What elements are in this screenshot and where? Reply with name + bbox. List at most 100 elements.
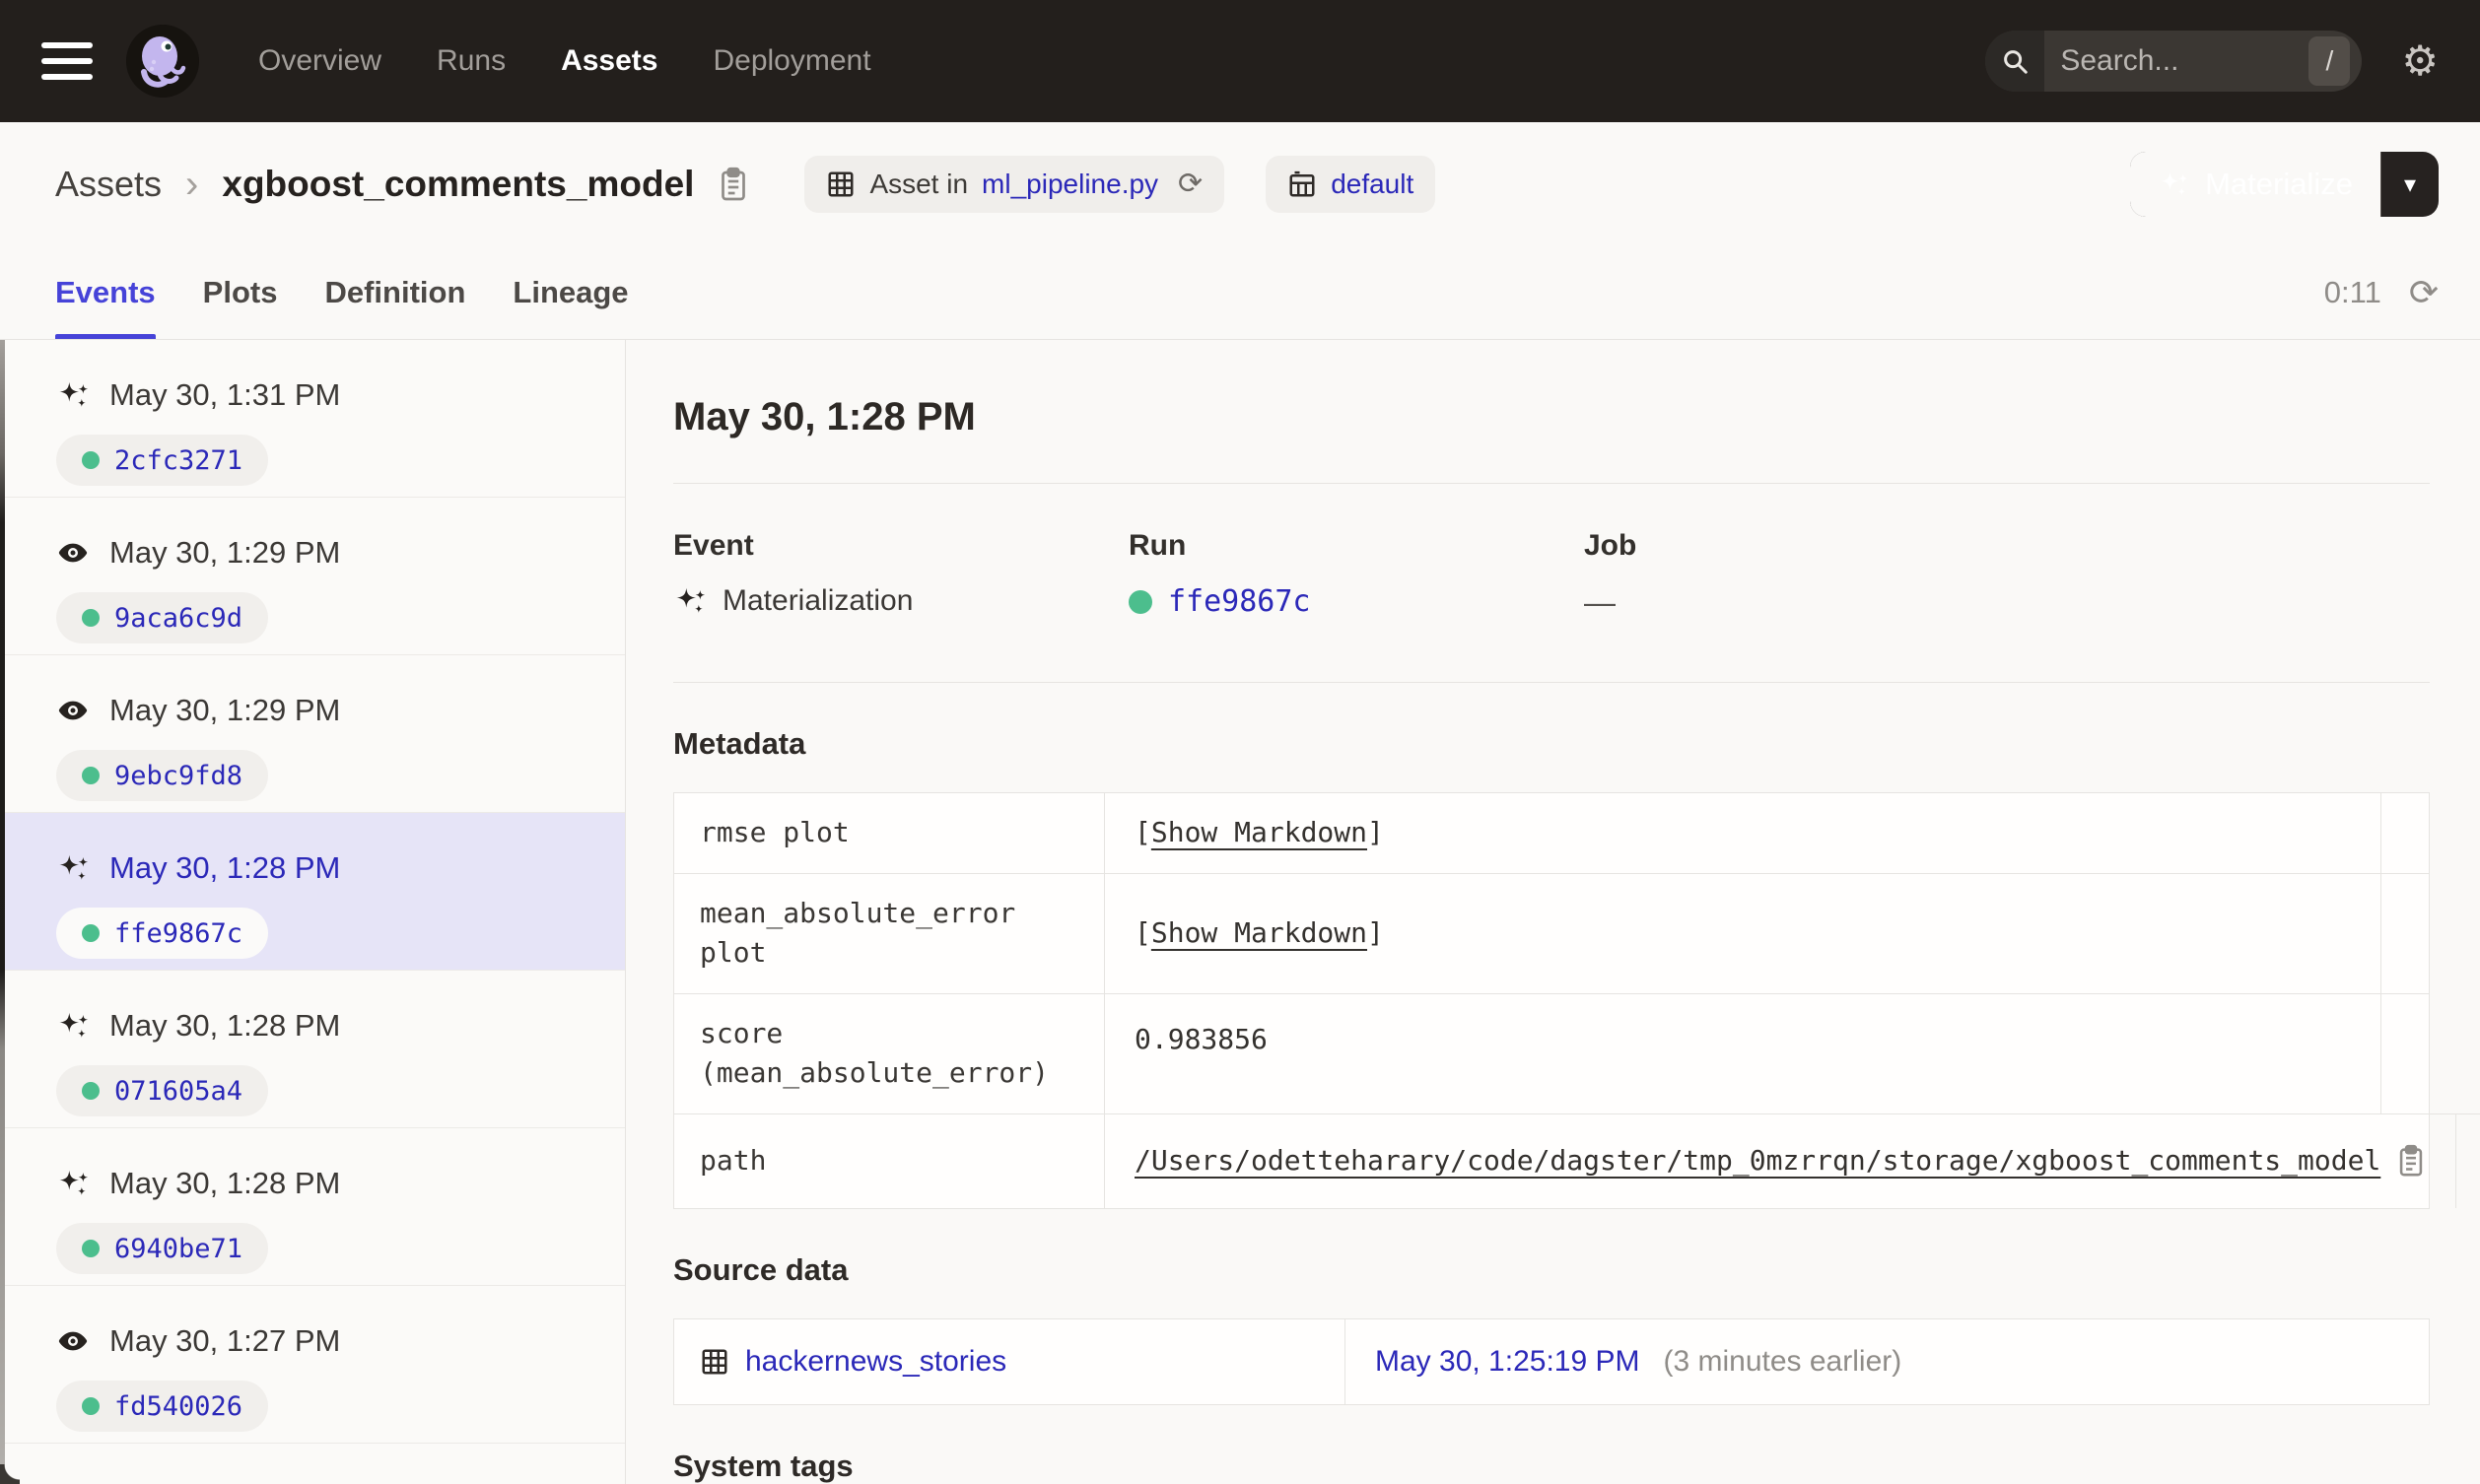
materialize-button[interactable]: Materialize bbox=[2130, 152, 2380, 217]
run-id-link[interactable]: 2cfc3271 bbox=[114, 445, 242, 476]
materialization-sparkle-icon bbox=[56, 1011, 90, 1041]
top-nav-bar: Overview Runs Assets Deployment / ⚙ bbox=[0, 0, 2480, 122]
window-corner bbox=[0, 1464, 20, 1484]
materialize-dropdown-button[interactable]: ▾ bbox=[2381, 152, 2439, 217]
copy-path-icon[interactable] bbox=[2396, 1144, 2426, 1178]
run-id-pill[interactable]: ffe9867c bbox=[56, 908, 269, 959]
event-list-item-selected[interactable]: May 30, 1:28 PM ffe9867c bbox=[0, 813, 625, 971]
asset-group-chip[interactable]: default bbox=[1266, 156, 1436, 213]
source-asset-link[interactable]: hackernews_stories bbox=[745, 1345, 1006, 1379]
source-timestamp-cell: May 30, 1:25:19 PM (3 minutes earlier) bbox=[1344, 1318, 2429, 1404]
job-column-label: Job bbox=[1584, 529, 1637, 562]
event-list-item[interactable]: May 30, 1:27 PM fd540026 bbox=[0, 1286, 625, 1444]
event-timestamp: May 30, 1:28 PM bbox=[109, 850, 341, 885]
asset-in-label: Asset in bbox=[869, 169, 969, 199]
source-data-heading: Source data bbox=[673, 1251, 849, 1287]
materialization-sparkle-icon bbox=[56, 853, 90, 883]
run-id-pill[interactable]: 2cfc3271 bbox=[56, 435, 269, 486]
reload-definition-icon[interactable]: ⟳ bbox=[1178, 169, 1203, 199]
copy-asset-name-icon[interactable] bbox=[718, 167, 749, 202]
materialization-sparkle-icon bbox=[56, 380, 90, 410]
run-status-dot bbox=[82, 1082, 100, 1100]
metadata-key: mean_absolute_error plot bbox=[674, 872, 1105, 993]
job-empty-value: — bbox=[1584, 584, 1616, 620]
breadcrumb-assets-link[interactable]: Assets bbox=[55, 164, 162, 205]
markdown-cell: [Show Markdown] bbox=[1135, 915, 1384, 949]
source-timestamp-link[interactable]: May 30, 1:25:19 PM bbox=[1375, 1345, 1639, 1379]
asset-definition-chip[interactable]: Asset in ml_pipeline.py ⟳ bbox=[804, 156, 1225, 213]
pipeline-file-link[interactable]: ml_pipeline.py bbox=[982, 169, 1158, 200]
system-tags-heading: System tags bbox=[673, 1448, 854, 1483]
run-id-link[interactable]: 6940be71 bbox=[114, 1234, 242, 1264]
run-id-link[interactable]: fd540026 bbox=[114, 1391, 242, 1422]
score-value: 0.983856 bbox=[1135, 1022, 1268, 1055]
event-column-label: Event bbox=[673, 529, 754, 562]
run-status-dot bbox=[82, 609, 100, 627]
run-id-pill[interactable]: 6940be71 bbox=[56, 1223, 269, 1274]
metadata-heading: Metadata bbox=[673, 726, 806, 761]
dagster-logo[interactable] bbox=[126, 25, 199, 98]
event-type-value: Materialization bbox=[723, 584, 914, 617]
materialize-split-button: Materialize ▾ bbox=[2130, 152, 2439, 217]
observation-eye-icon bbox=[56, 538, 90, 568]
nav-assets[interactable]: Assets bbox=[561, 44, 657, 78]
event-timestamp: May 30, 1:27 PM bbox=[109, 1323, 341, 1358]
source-relative-time: (3 minutes earlier) bbox=[1663, 1344, 1902, 1378]
event-list-sidebar: May 30, 1:31 PM 2cfc3271 May 30, 1:29 PM… bbox=[0, 340, 626, 1484]
asset-table-icon bbox=[700, 1347, 729, 1377]
global-search[interactable]: / bbox=[1985, 31, 2363, 92]
group-default-link[interactable]: default bbox=[1331, 169, 1413, 200]
markdown-cell: [Show Markdown] bbox=[1135, 816, 1384, 848]
event-list-item[interactable]: May 30, 1:28 PM 6940be71 bbox=[0, 1128, 625, 1286]
show-markdown-link[interactable]: Show Markdown bbox=[1151, 816, 1367, 848]
run-status-dot bbox=[82, 924, 100, 942]
tab-plots[interactable]: Plots bbox=[203, 246, 278, 339]
metadata-key: rmse plot bbox=[674, 793, 1105, 873]
run-id-link[interactable]: ffe9867c bbox=[114, 918, 242, 949]
event-timestamp: May 30, 1:28 PM bbox=[109, 1166, 341, 1200]
tab-definition[interactable]: Definition bbox=[324, 246, 465, 339]
metadata-key: path bbox=[674, 1113, 1105, 1208]
asset-tabs: Events Plots Definition Lineage 0:11 ⟳ bbox=[0, 246, 2480, 340]
refresh-icon[interactable]: ⟳ bbox=[2409, 275, 2439, 310]
table-row: score (mean_absolute_error) 0.983856 bbox=[674, 992, 2429, 1113]
run-id-pill[interactable]: 9ebc9fd8 bbox=[56, 750, 269, 801]
code-location-icon bbox=[826, 169, 856, 199]
event-timestamp: May 30, 1:29 PM bbox=[109, 535, 341, 570]
nav-overview[interactable]: Overview bbox=[258, 44, 381, 78]
primary-nav: Overview Runs Assets Deployment bbox=[258, 44, 871, 78]
run-id-link[interactable]: ffe9867c bbox=[1168, 584, 1311, 619]
run-id-pill[interactable]: fd540026 bbox=[56, 1381, 269, 1432]
run-id-pill[interactable]: 071605a4 bbox=[56, 1065, 269, 1116]
run-id-pill[interactable]: 9aca6c9d bbox=[56, 592, 269, 643]
settings-gear-icon[interactable]: ⚙ bbox=[2401, 40, 2439, 82]
menu-icon[interactable] bbox=[41, 42, 93, 80]
event-list-item[interactable]: May 30, 1:31 PM 2cfc3271 bbox=[0, 340, 625, 498]
search-input[interactable] bbox=[2044, 44, 2309, 78]
table-row: mean_absolute_error plot [Show Markdown] bbox=[674, 872, 2429, 993]
run-id-link[interactable]: 9ebc9fd8 bbox=[114, 761, 242, 791]
nav-deployment[interactable]: Deployment bbox=[713, 44, 870, 78]
nav-runs[interactable]: Runs bbox=[437, 44, 506, 78]
event-list-item[interactable]: May 30, 1:29 PM 9aca6c9d bbox=[0, 498, 625, 655]
run-status-dot bbox=[82, 451, 100, 469]
caret-down-icon: ▾ bbox=[2403, 170, 2417, 198]
source-asset-cell: hackernews_stories bbox=[674, 1319, 1344, 1404]
show-markdown-link[interactable]: Show Markdown bbox=[1151, 916, 1367, 949]
materialize-label: Materialize bbox=[2205, 167, 2353, 201]
observation-eye-icon bbox=[56, 696, 90, 725]
event-list-item[interactable]: May 30, 1:28 PM 071605a4 bbox=[0, 971, 625, 1128]
tab-events[interactable]: Events bbox=[55, 246, 156, 339]
storage-path-link[interactable]: /Users/odetteharary/code/dagster/tmp_0mz… bbox=[1135, 1141, 2380, 1181]
run-status-dot bbox=[82, 1397, 100, 1415]
run-id-link[interactable]: 071605a4 bbox=[114, 1076, 242, 1107]
run-column-label: Run bbox=[1129, 529, 1187, 562]
octopus-logo-icon bbox=[126, 25, 199, 98]
event-timestamp: May 30, 1:28 PM bbox=[109, 1008, 341, 1043]
observation-eye-icon bbox=[56, 1326, 90, 1356]
event-list-item[interactable]: May 30, 1:29 PM 9ebc9fd8 bbox=[0, 655, 625, 813]
window-edge bbox=[0, 340, 5, 1484]
source-data-table: hackernews_stories May 30, 1:25:19 PM (3… bbox=[673, 1317, 2430, 1405]
run-id-link[interactable]: 9aca6c9d bbox=[114, 603, 242, 634]
tab-lineage[interactable]: Lineage bbox=[513, 246, 628, 339]
